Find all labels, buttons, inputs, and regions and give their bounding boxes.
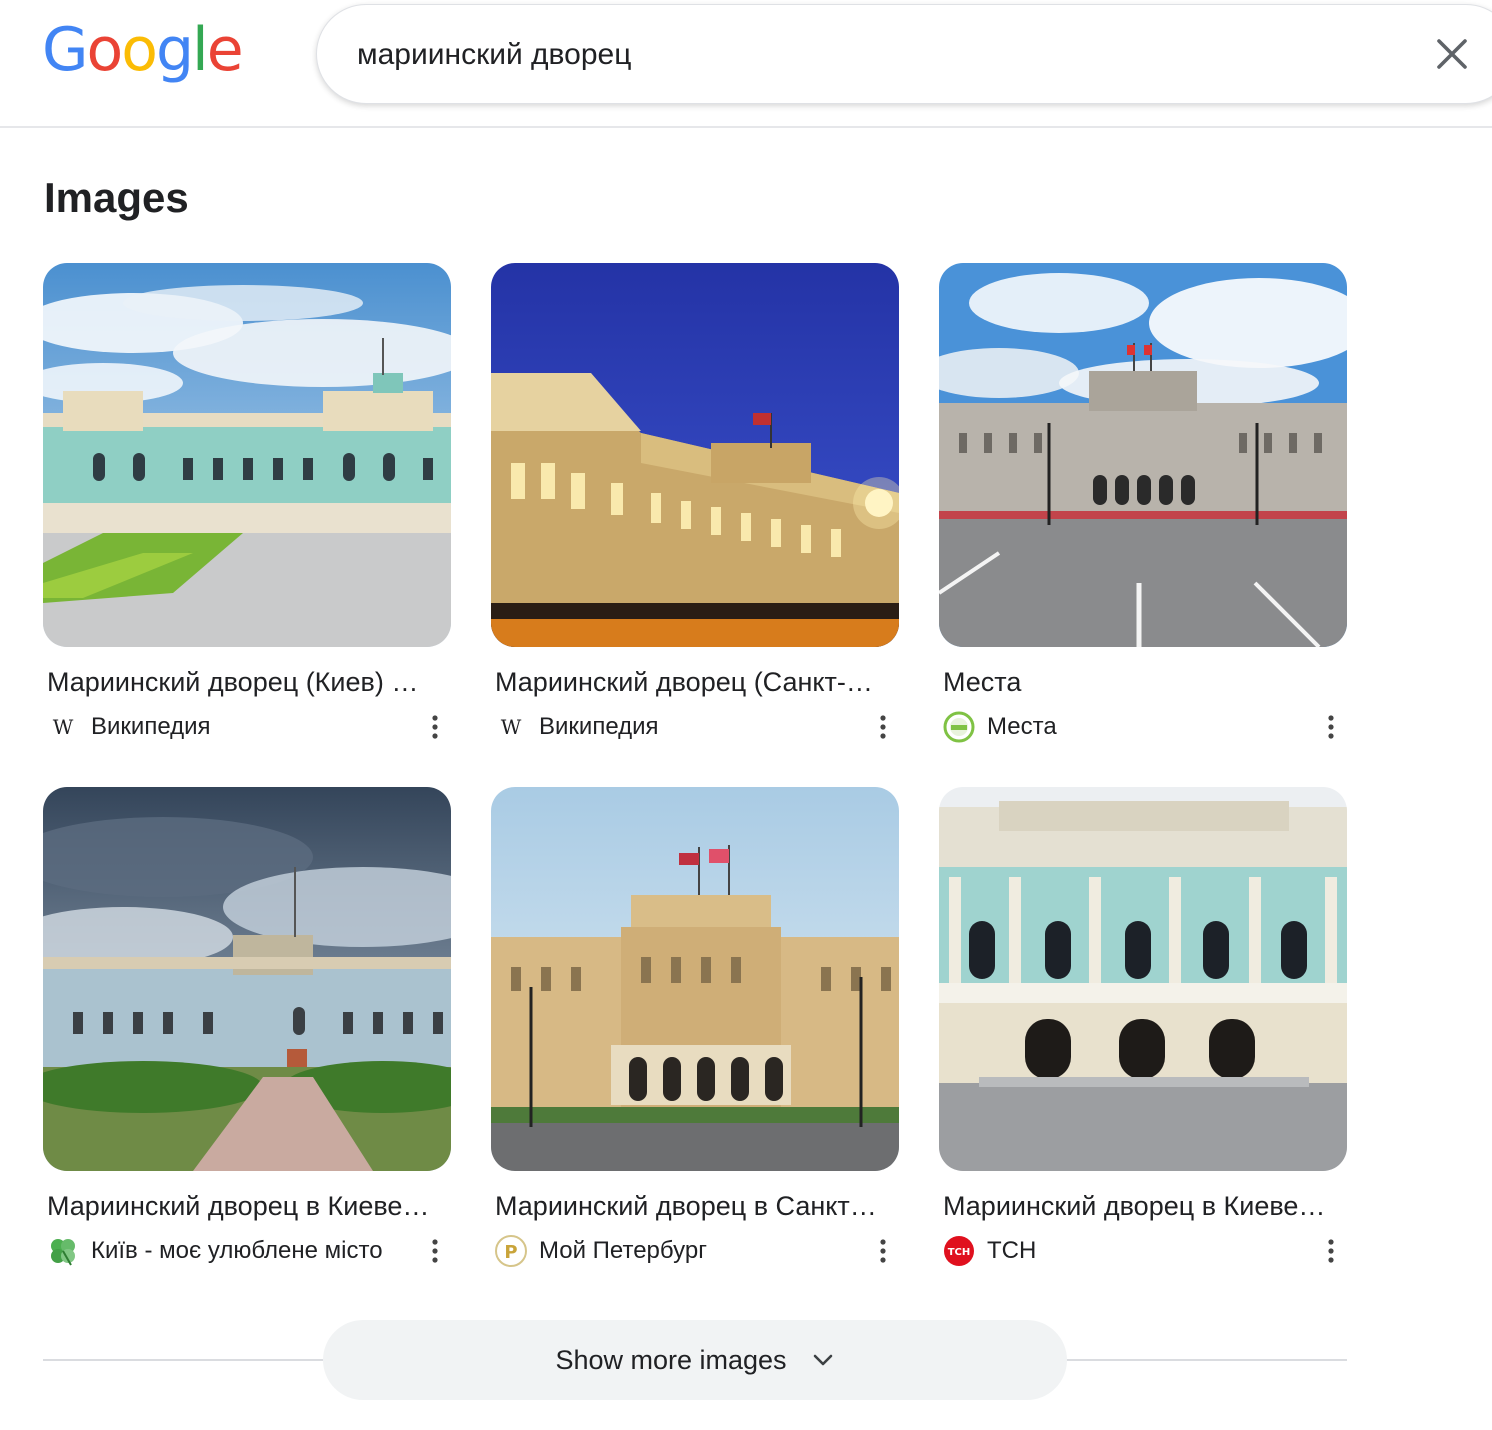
result-source[interactable]: Места (943, 709, 1057, 745)
image-thumbnail[interactable] (43, 263, 451, 647)
clover-icon (47, 1235, 79, 1267)
result-source-name: Київ - моє улюблене місто (91, 1237, 383, 1264)
more-vert-icon (432, 715, 438, 739)
logo-letter: G (42, 15, 88, 85)
show-more-label: Show more images (555, 1344, 787, 1375)
more-options-button[interactable] (1319, 709, 1343, 745)
svg-text:W: W (501, 715, 522, 739)
result-source-name: Википедия (539, 713, 659, 740)
svg-text:W: W (53, 715, 74, 739)
image-result-card: Мариинский дворец в Киеве… Київ - моє ул… (43, 787, 451, 1287)
result-source[interactable]: P Мой Петербург (495, 1233, 707, 1269)
images-section-title: Images (44, 174, 189, 221)
search-box (316, 4, 1492, 104)
image-result-card: Мариинский дворец в Киеве… TCH ТСН (939, 787, 1347, 1287)
image-result-card: Мариинский дворец в Санкт… P Мой Петербу… (491, 787, 899, 1287)
more-vert-icon (1328, 1239, 1334, 1263)
google-logo[interactable]: Google (42, 14, 244, 86)
logo-letter: o (86, 15, 124, 85)
wikipedia-icon: W (47, 711, 79, 743)
result-source-name: Википедия (91, 713, 211, 740)
result-title[interactable]: Места (943, 665, 1339, 699)
svg-text:P: P (504, 1242, 517, 1263)
more-vert-icon (432, 1239, 438, 1263)
result-title[interactable]: Мариинский дворец в Санкт… (495, 1189, 891, 1223)
mesta-icon (943, 711, 975, 743)
logo-letter: o (121, 15, 158, 85)
more-options-button[interactable] (1319, 1233, 1343, 1269)
result-title[interactable]: Мариинский дворец в Киеве… (47, 1189, 443, 1223)
result-source[interactable]: Київ - моє улюблене місто (47, 1233, 383, 1269)
moy-peterburg-icon: P (495, 1235, 527, 1267)
logo-letter: l (192, 15, 209, 85)
logo-letter: g (155, 15, 194, 85)
result-source-name: Места (987, 713, 1057, 740)
search-header: Google (0, 0, 1492, 128)
result-title[interactable]: Мариинский дворец (Киев) … (47, 665, 443, 699)
image-thumbnail[interactable] (43, 787, 451, 1171)
close-icon (1437, 39, 1467, 69)
more-options-button[interactable] (871, 1233, 895, 1269)
more-vert-icon (880, 1239, 886, 1263)
search-input[interactable] (357, 35, 1257, 75)
more-options-button[interactable] (423, 1233, 447, 1269)
more-options-button[interactable] (423, 709, 447, 745)
clear-search-button[interactable] (1433, 35, 1471, 73)
chevron-down-icon (813, 1354, 832, 1366)
image-thumbnail[interactable] (491, 787, 899, 1171)
image-thumbnail[interactable] (491, 263, 899, 647)
image-thumbnail[interactable] (939, 263, 1347, 647)
image-result-card: Мариинский дворец (Санкт-… W Википедия (491, 263, 899, 763)
result-source[interactable]: W Википедия (495, 709, 659, 745)
image-result-card: Места Места (939, 263, 1347, 763)
result-source[interactable]: W Википедия (47, 709, 211, 745)
result-title[interactable]: Мариинский дворец в Киеве… (943, 1189, 1339, 1223)
image-thumbnail[interactable] (939, 787, 1347, 1171)
logo-letter: e (206, 15, 244, 85)
more-vert-icon (1328, 715, 1334, 739)
result-source[interactable]: TCH ТСН (943, 1233, 1036, 1269)
divider-left (43, 1359, 333, 1361)
result-title[interactable]: Мариинский дворец (Санкт-… (495, 665, 891, 699)
divider-right (1057, 1359, 1347, 1361)
result-source-name: Мой Петербург (539, 1237, 707, 1264)
more-options-button[interactable] (871, 709, 895, 745)
more-vert-icon (880, 715, 886, 739)
tsn-icon: TCH (943, 1235, 975, 1267)
wikipedia-icon: W (495, 711, 527, 743)
svg-text:TCH: TCH (948, 1247, 971, 1258)
show-more-images-button[interactable]: Show more images (323, 1320, 1067, 1400)
result-source-name: ТСН (987, 1237, 1037, 1264)
image-result-card: Мариинский дворец (Киев) … W Википедия (43, 263, 451, 763)
